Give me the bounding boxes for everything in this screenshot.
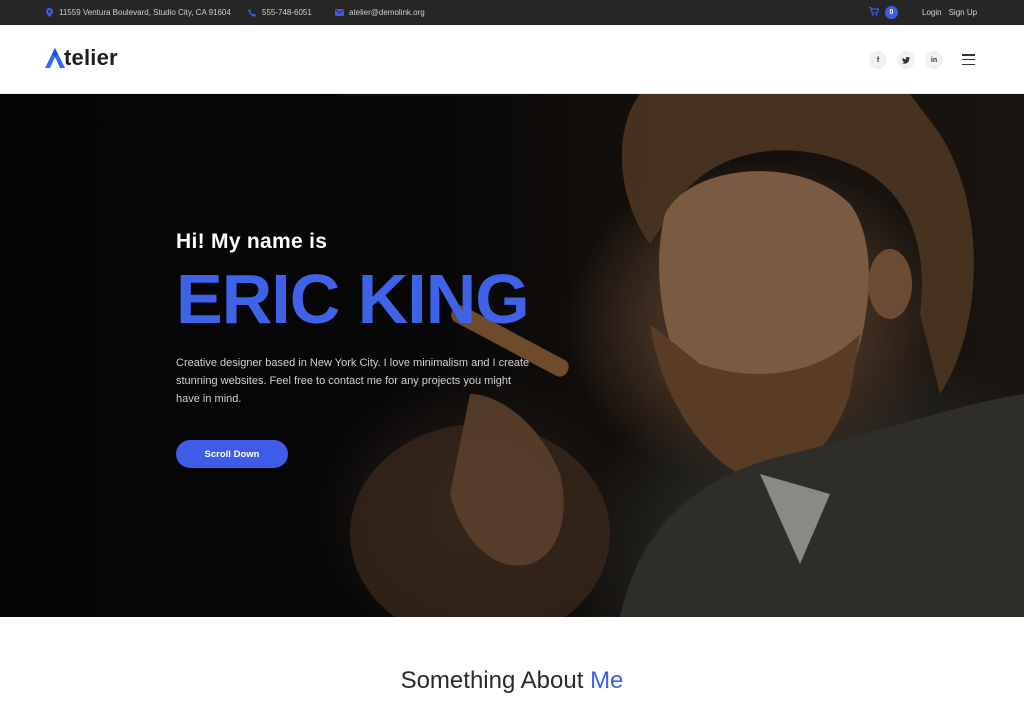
email-info[interactable]: atelier@demolink.org (334, 8, 425, 18)
envelope-icon (334, 8, 344, 18)
about-title-main: Something About (400, 667, 584, 694)
logo-a-icon (45, 48, 65, 68)
address-info: 11559 Ventura Boulevard, Studio City, CA… (44, 8, 231, 18)
cart-count-badge: 0 (885, 6, 898, 19)
site-logo[interactable]: telier (44, 47, 118, 69)
scroll-down-button[interactable]: Scroll Down (176, 440, 288, 468)
phone-icon (247, 8, 257, 18)
hamburger-menu-icon[interactable] (962, 54, 975, 65)
cart-icon (869, 7, 880, 18)
about-title-highlight: Me (590, 667, 624, 694)
auth-links: Login Sign Up (922, 0, 977, 25)
address-text: 11559 Ventura Boulevard, Studio City, CA… (59, 8, 231, 17)
hero-name: ERIC KING (176, 260, 530, 338)
twitter-icon[interactable] (897, 51, 915, 69)
top-info-bar: 11559 Ventura Boulevard, Studio City, CA… (0, 0, 1024, 25)
map-pin-icon (44, 8, 54, 18)
logo-text: telier (64, 45, 118, 70)
social-links: f in (869, 51, 943, 69)
signup-link[interactable]: Sign Up (949, 8, 977, 17)
hero-section: Hi! My name is ERIC KING Creative design… (0, 94, 1024, 617)
hero-content: Hi! My name is ERIC KING Creative design… (176, 230, 531, 468)
hero-description: Creative designer based in New York City… (176, 357, 530, 405)
email-text[interactable]: atelier@demolink.org (349, 8, 425, 17)
about-section-title: Something About Me (0, 667, 1024, 695)
linkedin-icon[interactable]: in (925, 51, 943, 69)
login-link[interactable]: Login (922, 8, 942, 17)
cart-button[interactable]: 0 (869, 6, 898, 19)
phone-info[interactable]: 555-748-6051 (247, 8, 312, 18)
hero-greeting: Hi! My name is (176, 230, 328, 253)
facebook-icon[interactable]: f (869, 51, 887, 69)
phone-text[interactable]: 555-748-6051 (262, 8, 312, 17)
site-header: telier f in (0, 25, 1024, 94)
